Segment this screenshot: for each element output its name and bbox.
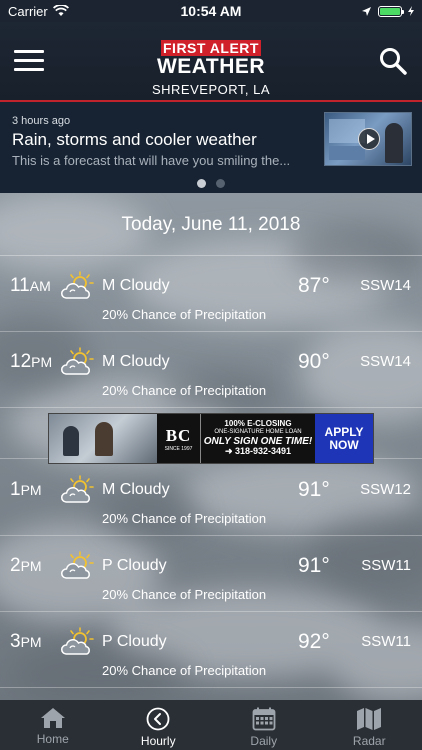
hour-temperature: 91° bbox=[298, 478, 330, 501]
hour-condition: P Cloudy bbox=[102, 633, 167, 650]
tab-label: Hourly bbox=[140, 734, 176, 748]
wifi-icon bbox=[52, 5, 69, 16]
hour-ampm: AM bbox=[29, 278, 51, 294]
ad-banner[interactable]: BC SINCE 1997 100% E-CLOSING ONE-SIGNATU… bbox=[48, 413, 374, 464]
tab-label: Daily bbox=[250, 734, 278, 748]
charging-bolt-icon bbox=[408, 6, 414, 16]
tab-label: Radar bbox=[352, 734, 386, 748]
battery-icon bbox=[378, 5, 404, 17]
ad-apply-now-button[interactable]: APPLY NOW bbox=[315, 414, 373, 463]
hour-condition: M Cloudy bbox=[102, 353, 170, 370]
hourly-row[interactable]: 2PM P Cloudy 91° SSW11 20% Chance of Pre… bbox=[0, 536, 422, 612]
hour-number: 11 bbox=[10, 275, 30, 296]
play-icon[interactable] bbox=[358, 128, 380, 150]
clock-icon bbox=[146, 707, 170, 731]
date-heading-row: Today, June 11, 2018 bbox=[0, 193, 422, 256]
partly-cloudy-icon bbox=[60, 347, 96, 377]
location-label: SHREVEPORT, LA bbox=[151, 82, 271, 97]
ad-phone: ➜ 318-932-3491 bbox=[224, 445, 292, 456]
carrier-info: Carrier bbox=[8, 4, 69, 19]
bottom-tab-bar: Home Hourly Daily Radar bbox=[0, 700, 422, 750]
partly-cloudy-icon bbox=[60, 475, 96, 505]
map-icon bbox=[357, 708, 382, 730]
tab-hourly[interactable]: Hourly bbox=[106, 700, 212, 750]
news-time-ago: 3 hours ago bbox=[12, 115, 71, 127]
news-headline: Rain, storms and cooler weather bbox=[12, 130, 257, 149]
calendar-icon bbox=[252, 707, 276, 731]
ad-line-1: 100% E-CLOSING bbox=[224, 419, 292, 429]
location-arrow-icon bbox=[362, 6, 371, 16]
pager-dot-1[interactable] bbox=[197, 179, 206, 188]
ad-copy: 100% E-CLOSING ONE-SIGNATURE HOME LOAN O… bbox=[201, 414, 315, 463]
hour-time: 1PM bbox=[10, 479, 42, 501]
hour-condition: M Cloudy bbox=[102, 481, 170, 498]
partly-cloudy-icon bbox=[60, 551, 96, 581]
thumbnail-anchor bbox=[385, 123, 403, 163]
ad-brand-since: SINCE 1997 bbox=[164, 445, 193, 452]
date-heading: Today, June 11, 2018 bbox=[121, 214, 301, 235]
hour-ampm: PM bbox=[20, 634, 42, 650]
logo-line-2: WEATHER bbox=[156, 55, 266, 78]
hour-number: 12 bbox=[10, 351, 32, 372]
ad-photo bbox=[49, 414, 157, 463]
hour-ampm: PM bbox=[20, 558, 42, 574]
hour-condition: M Cloudy bbox=[102, 277, 170, 294]
hour-wind: SSW14 bbox=[360, 353, 411, 370]
hour-precip-chance: 20% Chance of Precipitation bbox=[102, 511, 267, 526]
tab-home[interactable]: Home bbox=[0, 700, 106, 750]
hour-temperature: 92° bbox=[298, 630, 330, 653]
hour-number: 2 bbox=[10, 555, 21, 576]
hour-precip-chance: 20% Chance of Precipitation bbox=[102, 587, 267, 602]
home-icon bbox=[40, 708, 65, 728]
tab-label: Home bbox=[36, 732, 69, 746]
ad-cta-line-2: NOW bbox=[329, 437, 359, 452]
ad-row: BC SINCE 1997 100% E-CLOSING ONE-SIGNATU… bbox=[0, 408, 422, 464]
search-icon bbox=[380, 48, 407, 75]
hour-time: 3PM bbox=[10, 631, 42, 653]
ad-line-2: ONE-SIGNATURE HOME LOAN bbox=[214, 429, 302, 436]
partly-cloudy-icon bbox=[60, 271, 96, 301]
hour-wind: SSW11 bbox=[361, 633, 411, 650]
hour-time: 12PM bbox=[10, 351, 52, 373]
hourly-row[interactable]: 12PM M Cloudy 90° SSW14 20% Chance of Pr… bbox=[0, 332, 422, 408]
thumbnail-graphic bbox=[329, 146, 365, 160]
search-button[interactable] bbox=[378, 46, 408, 76]
hour-precip-chance: 20% Chance of Precipitation bbox=[102, 307, 267, 322]
hour-temperature: 91° bbox=[298, 554, 330, 577]
hour-ampm: PM bbox=[20, 482, 42, 498]
hour-time: 2PM bbox=[10, 555, 42, 577]
hour-ampm: PM bbox=[31, 354, 53, 370]
logo-line-1: FIRST ALERT bbox=[161, 40, 261, 56]
app-header: FIRST ALERT WEATHER SHREVEPORT, LA bbox=[0, 22, 422, 102]
hour-wind: SSW14 bbox=[360, 277, 411, 294]
hour-wind: SSW11 bbox=[361, 557, 411, 574]
hour-condition: P Cloudy bbox=[102, 557, 167, 574]
hour-temperature: 87° bbox=[298, 274, 330, 297]
carrier-label: Carrier bbox=[8, 3, 48, 19]
hour-time: 11AM bbox=[10, 275, 51, 297]
partly-cloudy-icon bbox=[60, 627, 96, 657]
ad-brand: BC SINCE 1997 bbox=[157, 414, 201, 463]
hour-temperature: 90° bbox=[298, 350, 330, 373]
hour-number: 1 bbox=[10, 479, 21, 500]
status-bar: Carrier 10:54 AM bbox=[0, 0, 422, 22]
news-video-thumbnail[interactable] bbox=[324, 112, 412, 166]
pager-dot-2[interactable] bbox=[216, 179, 225, 188]
hourly-row[interactable]: 3PM P Cloudy 92° SSW11 20% Chance of Pre… bbox=[0, 612, 422, 688]
first-alert-logo: FIRST ALERT WEATHER SHREVEPORT, LA bbox=[0, 40, 422, 97]
tab-radar[interactable]: Radar bbox=[317, 700, 422, 750]
hour-wind: SSW12 bbox=[360, 481, 411, 498]
hour-precip-chance: 20% Chance of Precipitation bbox=[102, 663, 267, 678]
hourly-row[interactable]: 1PM M Cloudy 91° SSW12 20% Chance of Pre… bbox=[0, 460, 422, 536]
ad-cta-line-1: APPLY bbox=[324, 424, 364, 439]
news-summary: This is a forecast that will have you sm… bbox=[12, 153, 291, 168]
hourly-row[interactable]: 11AM M Cloudy 87° SSW14 20% Chance of Pr… bbox=[0, 256, 422, 332]
hour-number: 3 bbox=[10, 631, 21, 652]
ad-brand-name: BC bbox=[165, 425, 192, 445]
news-card[interactable]: 3 hours ago Rain, storms and cooler weat… bbox=[0, 102, 422, 193]
tab-daily[interactable]: Daily bbox=[211, 700, 317, 750]
carousel-pager bbox=[0, 175, 422, 193]
hour-precip-chance: 20% Chance of Precipitation bbox=[102, 383, 267, 398]
